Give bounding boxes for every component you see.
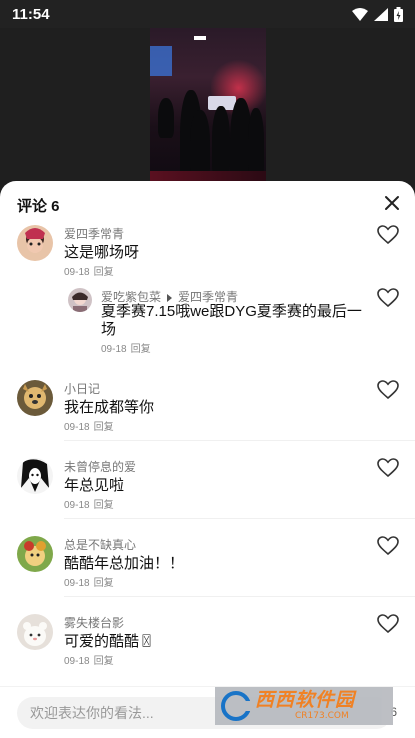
reply-date: 09-18 bbox=[101, 344, 127, 355]
comment-date: 09-18 bbox=[64, 422, 90, 433]
status-bar: 11:54 bbox=[0, 0, 415, 28]
video-figure bbox=[212, 106, 230, 178]
video-thumbnail[interactable] bbox=[150, 28, 266, 193]
status-icons bbox=[352, 6, 403, 22]
avatar[interactable] bbox=[17, 614, 53, 650]
comment-username[interactable]: 爱四季常青 bbox=[64, 225, 124, 242]
sheet-title: 评论 6 bbox=[17, 198, 60, 215]
reply-text: 夏季赛7.15哦we跟DYG夏季赛的最后一场 bbox=[101, 303, 362, 338]
signal-icon bbox=[374, 7, 388, 21]
video-figure bbox=[190, 110, 210, 180]
reply-button[interactable]: 回复 bbox=[94, 267, 114, 278]
comment-date: 09-18 bbox=[64, 267, 90, 278]
video-area[interactable] bbox=[0, 28, 415, 193]
watermark-text: 西西软件园 CR173.COM bbox=[255, 691, 355, 721]
heart-icon[interactable] bbox=[377, 536, 399, 556]
reply-button[interactable]: 回复 bbox=[94, 578, 114, 589]
reply-to-username[interactable]: 爱四季常青 bbox=[178, 290, 238, 304]
comment-meta: 09-18 回复 bbox=[64, 263, 114, 278]
avatar[interactable] bbox=[17, 458, 53, 494]
heart-icon[interactable] bbox=[377, 225, 399, 245]
comment-username[interactable]: 小日记 bbox=[64, 380, 100, 397]
video-figure bbox=[248, 108, 264, 178]
avatar[interactable] bbox=[17, 225, 53, 261]
comment-meta: 09-18 回复 bbox=[64, 496, 114, 511]
comment-date: 09-18 bbox=[64, 656, 90, 667]
comment-text: 酷酷年总加油！！ bbox=[64, 555, 185, 572]
watermark-main: 西西软件园 bbox=[255, 689, 356, 711]
heart-icon[interactable] bbox=[377, 380, 399, 400]
heart-icon[interactable] bbox=[377, 288, 399, 308]
avatar[interactable] bbox=[17, 380, 53, 416]
video-screen-light bbox=[150, 46, 172, 76]
divider bbox=[64, 596, 415, 597]
reply-meta: 09-18 回复 bbox=[101, 340, 151, 355]
watermark-sub: CR173.COM bbox=[295, 711, 349, 721]
comment-text: 可爱的酷酷〿 bbox=[64, 633, 155, 650]
reply-button[interactable]: 回复 bbox=[94, 500, 114, 511]
heart-icon[interactable] bbox=[377, 458, 399, 478]
reply-button[interactable]: 回复 bbox=[94, 656, 114, 667]
watermark-logo: 西西软件园 CR173.COM bbox=[215, 687, 393, 725]
wifi-icon bbox=[352, 7, 368, 21]
watermark-c-icon bbox=[221, 691, 251, 721]
divider bbox=[64, 440, 415, 441]
close-icon[interactable] bbox=[383, 194, 401, 212]
comment-username[interactable]: 未曾停息的爱 bbox=[64, 458, 136, 475]
reply-username[interactable]: 爱吃紫包菜 bbox=[101, 290, 161, 304]
comment-text: 我在成都等你 bbox=[64, 399, 155, 416]
comment-username[interactable]: 雾失楼台影 bbox=[64, 614, 124, 631]
reply-button[interactable]: 回复 bbox=[94, 422, 114, 433]
comment-sheet: 评论 6 爱四季常青 这是哪场呀 09-18 回复 爱吃紫包菜 爱四季常青 夏季赛7… bbox=[0, 181, 415, 738]
video-stage-light bbox=[194, 36, 206, 40]
divider bbox=[64, 518, 415, 519]
reply-button[interactable]: 回复 bbox=[131, 344, 151, 355]
status-time: 11:54 bbox=[12, 5, 50, 23]
comment-text: 这是哪场呀 bbox=[64, 244, 140, 261]
heart-icon[interactable] bbox=[377, 614, 399, 634]
battery-icon bbox=[394, 6, 403, 22]
comment-date: 09-18 bbox=[64, 500, 90, 511]
avatar[interactable] bbox=[68, 288, 92, 312]
comment-meta: 09-18 回复 bbox=[64, 418, 114, 433]
comment-meta: 09-18 回复 bbox=[64, 574, 114, 589]
comment-meta: 09-18 回复 bbox=[64, 652, 114, 667]
comment-date: 09-18 bbox=[64, 578, 90, 589]
comment-text: 年总见啦 bbox=[64, 477, 125, 494]
comment-username[interactable]: 总是不缺真心 bbox=[64, 536, 136, 553]
reply-arrow-icon bbox=[167, 293, 173, 302]
video-figure bbox=[158, 98, 174, 138]
sheet-header: 评论 6 bbox=[0, 181, 415, 225]
avatar[interactable] bbox=[17, 536, 53, 572]
